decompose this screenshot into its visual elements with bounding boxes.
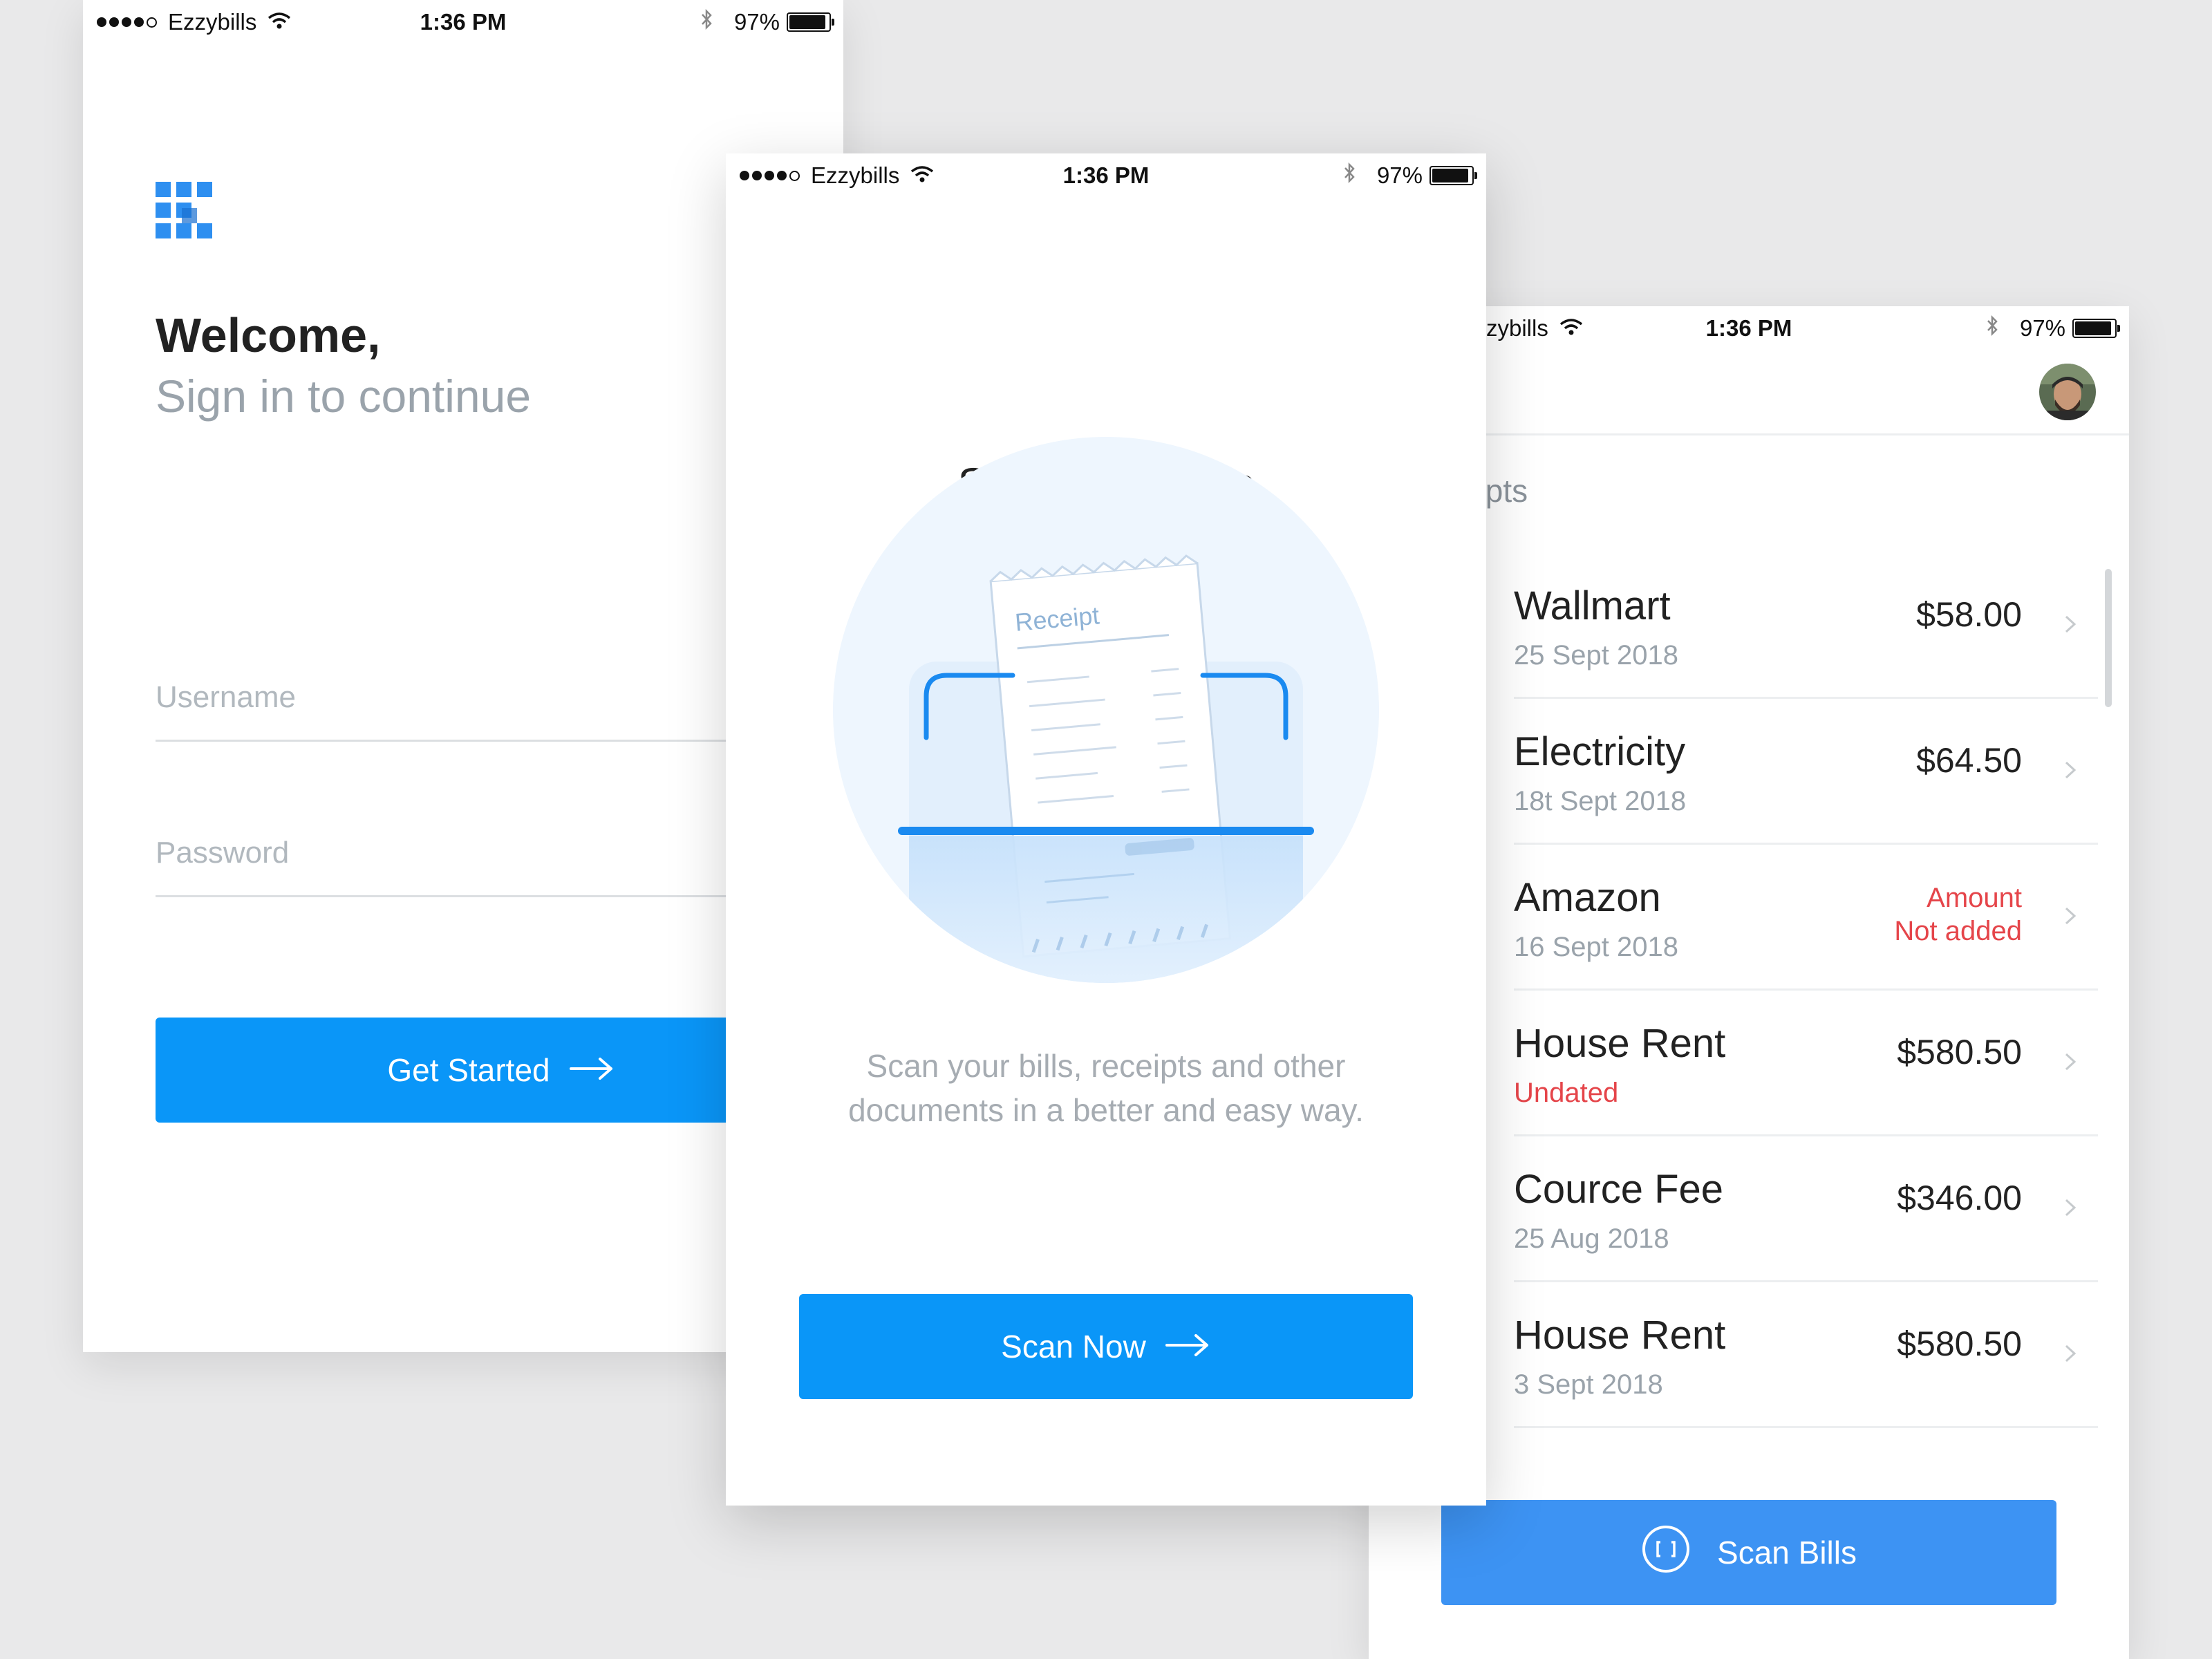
bluetooth-icon (700, 8, 713, 36)
chevron-right-icon (2056, 1190, 2084, 1225)
battery-icon (1430, 166, 1477, 185)
status-bar: Ezzybills 1:36 PM 97% (83, 0, 843, 44)
chevron-right-icon (2056, 899, 2084, 933)
receipt-row[interactable]: Electricity 18t Sept 2018 $64.50 (1514, 697, 2098, 845)
user-avatar-icon (2039, 364, 2096, 420)
amount-status-line: Not added (1894, 916, 2022, 946)
receipt-name: Cource Fee (1514, 1167, 1724, 1212)
receipt-amount: $58.00 (1916, 595, 2022, 634)
receipt-date: 3 Sept 2018 (1514, 1369, 1663, 1400)
chevron-right-icon (2056, 607, 2084, 641)
receipt-date: 16 Sept 2018 (1514, 932, 1678, 962)
scan-bills-button[interactable]: Scan Bills (1441, 1500, 2056, 1605)
status-bar: Ezzybills 1:36 PM 97% (726, 153, 1486, 198)
receipt-row[interactable]: Cource Fee 25 Aug 2018 $346.00 (1514, 1135, 2098, 1282)
grid-logo-icon (156, 182, 212, 238)
receipt-name: House Rent (1514, 1313, 1726, 1358)
password-input[interactable] (156, 836, 775, 870)
amount-status-line: Amount (1927, 883, 2022, 913)
arrow-right-icon (1165, 1328, 1211, 1365)
receipt-date: 18t Sept 2018 (1514, 786, 1687, 816)
status-right: 97% (1985, 306, 2120, 350)
battery-icon (2072, 319, 2120, 338)
scan-bills-label: Scan Bills (1717, 1535, 1857, 1571)
scan-now-button[interactable]: Scan Now (799, 1294, 1413, 1399)
battery-percent: 97% (2019, 315, 2065, 341)
receipt-row[interactable]: Wallmart 25 Sept 2018 $58.00 (1514, 552, 2098, 699)
bluetooth-icon (1985, 315, 1999, 342)
scan-description: Scan your bills, receipts and other docu… (848, 1048, 1364, 1128)
scrollbar-thumb[interactable] (2105, 569, 2112, 707)
chevron-right-icon (2056, 1044, 2084, 1079)
receipt-amount: $64.50 (1916, 741, 2022, 780)
receipt-scan-illustration: Receipt (830, 433, 1382, 986)
chevron-right-icon (2056, 1336, 2084, 1371)
welcome-heading: Welcome, (156, 308, 381, 362)
bluetooth-icon (1342, 162, 1356, 189)
arrow-right-icon (569, 1051, 615, 1089)
receipt-row[interactable]: House Rent 3 Sept 2018 $580.50 (1514, 1281, 2098, 1428)
username-input[interactable] (156, 680, 775, 715)
status-right: 97% (1342, 153, 1477, 198)
receipt-row[interactable]: House Rent Undated $580.50 (1514, 989, 2098, 1136)
scan-now-label: Scan Now (1001, 1329, 1146, 1365)
receipt-amount: $346.00 (1897, 1179, 2022, 1217)
receipt-name: House Rent (1514, 1021, 1726, 1066)
amount-not-added-status: Amount Not added (1894, 881, 2022, 948)
status-right: 97% (700, 0, 834, 44)
receipt-name: Wallmart (1514, 583, 1671, 628)
receipt-amount: $580.50 (1897, 1033, 2022, 1071)
avatar[interactable] (2039, 364, 2096, 420)
battery-percent: 97% (733, 9, 780, 35)
receipt-row[interactable]: Amazon 16 Sept 2018 Amount Not added (1514, 843, 2098, 991)
chevron-right-icon (2056, 753, 2084, 787)
get-started-label: Get Started (387, 1052, 550, 1088)
receipt-name: Amazon (1514, 875, 1661, 920)
battery-percent: 97% (1376, 162, 1423, 188)
signin-subtitle: Sign in to continue (156, 371, 532, 422)
receipt-name: Electricity (1514, 729, 1686, 774)
battery-icon (787, 12, 834, 32)
receipt-amount: $580.50 (1897, 1324, 2022, 1363)
scan-frame-icon (1641, 1524, 1691, 1582)
receipt-date: 25 Aug 2018 (1514, 1224, 1669, 1254)
receipt-date: Undated (1514, 1078, 1619, 1108)
receipt-date: 25 Sept 2018 (1514, 640, 1678, 671)
scan-screen: Ezzybills 1:36 PM 97% Scan your bills (726, 153, 1486, 1506)
